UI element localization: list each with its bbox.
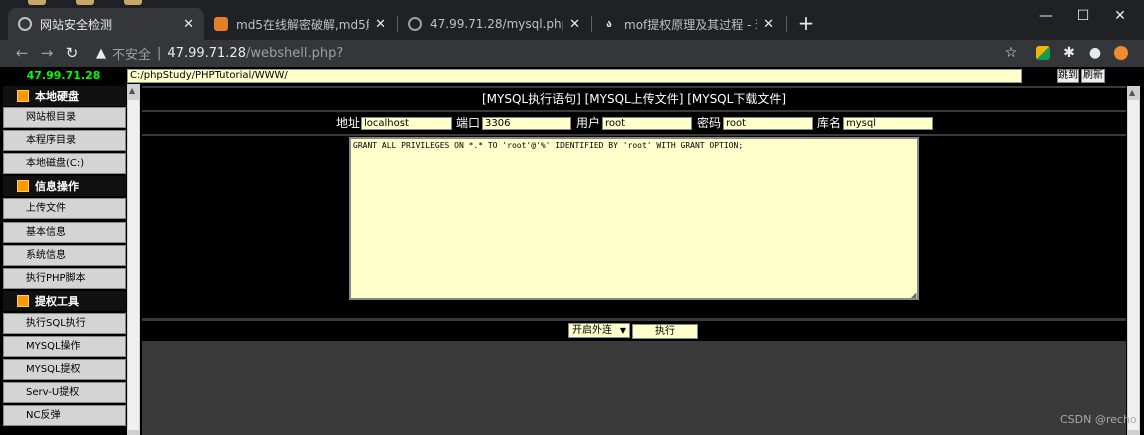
tab-title: md5在线解密破解,md5解密加密 — [236, 17, 369, 32]
close-icon[interactable]: ✕ — [569, 17, 580, 32]
browser-update-icon[interactable] — [1110, 42, 1132, 64]
port-input[interactable]: 3306 — [482, 117, 571, 130]
mode-select-value: 开启外连 — [572, 325, 612, 336]
sql-textarea[interactable]: GRANT ALL PRIVILEGES ON *.* TO 'root'@'%… — [349, 137, 919, 300]
tab-separator — [786, 16, 787, 32]
sidebar-scrollbar-thumb[interactable] — [128, 100, 139, 430]
section-title: 提权工具 — [35, 295, 79, 308]
password-label: 密码 — [697, 116, 722, 130]
section-privesc-tools: 提权工具 — [3, 291, 126, 311]
user-label: 用户 — [576, 116, 601, 130]
sidebar-item-nc-reverse[interactable]: NC反弹 — [3, 405, 126, 426]
blog-favicon-icon: ა — [606, 18, 612, 30]
chevron-down-icon: ▼ — [619, 326, 626, 335]
scroll-up-icon[interactable]: ▲ — [1129, 88, 1135, 97]
puzzle-extensions-icon[interactable]: ✱ — [1058, 42, 1080, 64]
watermark: CSDN @recho — [1060, 413, 1137, 426]
close-icon[interactable]: ✕ — [375, 17, 386, 32]
address-bar[interactable]: ▲ 不安全 | 47.99.71.28/webshell.php? — [90, 42, 1030, 64]
sidebar-item-basic-info[interactable]: 基本信息 — [3, 222, 126, 243]
extension-colorful-icon[interactable] — [1032, 42, 1054, 64]
folder-icon — [17, 180, 29, 192]
tab-title: mof提权原理及其过程 - 珍惜少年 — [624, 17, 757, 32]
tab-mof[interactable]: ა mof提权原理及其过程 - 珍惜少年 ✕ — [592, 8, 784, 40]
page-scrollbar-thumb[interactable] — [1128, 100, 1139, 430]
globe-icon — [18, 17, 32, 31]
sidebar-item-servu-privesc[interactable]: Serv-U提权 — [3, 382, 126, 403]
folder-icon — [17, 295, 29, 307]
globe-icon — [408, 17, 422, 31]
folder-icon — [17, 90, 29, 102]
url-path: /webshell.php? — [245, 45, 344, 61]
scroll-up-icon[interactable]: ▲ — [129, 86, 135, 95]
database-label: 库名 — [817, 116, 842, 130]
reload-icon: ↻ — [65, 44, 79, 62]
section-title: 信息操作 — [35, 180, 79, 193]
security-status: 不安全 — [112, 47, 152, 63]
tab-mysql[interactable]: 47.99.71.28/mysql.php?action ✕ — [398, 8, 590, 40]
new-tab-button[interactable]: + — [794, 12, 818, 36]
user-input[interactable]: root — [602, 117, 692, 130]
port-label: 端口 — [456, 116, 481, 130]
section-info-ops: 信息操作 — [3, 176, 126, 196]
jump-button[interactable]: 跳到 — [1057, 69, 1079, 83]
back-button[interactable]: ← — [10, 42, 34, 64]
server-ip: 47.99.71.28 — [26, 69, 101, 82]
section-local-disk: 本地硬盘 — [3, 86, 126, 106]
password-input[interactable]: root — [723, 117, 813, 130]
sidebar-item-system-info[interactable]: 系统信息 — [3, 245, 126, 266]
profile-avatar-icon[interactable]: ● — [1084, 42, 1106, 64]
minimize-button[interactable]: — — [1028, 4, 1064, 28]
sidebar-item-disk-c[interactable]: 本地磁盘(C:) — [3, 153, 126, 174]
mysql-function-links[interactable]: [MYSQL执行语句] [MYSQL上传文件] [MYSQL下载文件] — [142, 88, 1126, 110]
refresh-button[interactable]: 刷新 — [1081, 69, 1105, 83]
tab-title: 网站安全检测 — [40, 17, 113, 32]
bookmark-star-icon[interactable]: ☆ — [1000, 42, 1022, 64]
arrow-right-icon: → — [40, 44, 54, 62]
host-label: 地址 — [336, 116, 361, 130]
close-icon[interactable]: ✕ — [763, 17, 774, 32]
arrow-left-icon: ← — [15, 44, 29, 62]
database-input[interactable]: mysql — [843, 117, 933, 130]
maximize-button[interactable]: ☐ — [1065, 4, 1101, 28]
host-input[interactable]: localhost — [361, 117, 452, 130]
sidebar-item-mysql-privesc[interactable]: MYSQL提权 — [3, 359, 126, 380]
reload-button[interactable]: ↻ — [60, 42, 84, 64]
section-title: 本地硬盘 — [35, 90, 79, 103]
mode-select[interactable]: 开启外连 ▼ — [568, 323, 630, 338]
url-host: 47.99.71.28 — [167, 45, 246, 61]
separator: | — [157, 45, 162, 61]
warning-icon: ▲ — [96, 45, 106, 61]
cmd5-favicon-icon — [214, 17, 228, 31]
execute-button[interactable]: 执行 — [632, 324, 698, 339]
resize-handle-icon[interactable]: ◢ — [911, 291, 916, 299]
extension-icons-strip — [28, 0, 178, 5]
tab-title: 47.99.71.28/mysql.php?action — [430, 17, 563, 31]
tab-md5[interactable]: md5在线解密破解,md5解密加密 ✕ — [204, 8, 396, 40]
close-window-button[interactable]: ✕ — [1102, 4, 1138, 28]
sidebar-item-upload[interactable]: 上传文件 — [3, 198, 126, 219]
sidebar-item-mysql-ops[interactable]: MYSQL操作 — [3, 336, 126, 357]
path-input[interactable]: C:/phpStudy/PHPTutorial/WWW/ — [127, 69, 1022, 83]
sidebar-item-exec-php[interactable]: 执行PHP脚本 — [3, 268, 126, 289]
sidebar-item-program-dir[interactable]: 本程序目录 — [3, 130, 126, 151]
tab-webshell[interactable]: 网站安全检测 ✕ — [8, 8, 204, 40]
sidebar-item-exec-sql[interactable]: 执行SQL执行 — [3, 313, 126, 334]
sidebar-item-web-root[interactable]: 网站根目录 — [3, 107, 126, 128]
forward-button[interactable]: → — [35, 42, 59, 64]
close-icon[interactable]: ✕ — [183, 17, 194, 32]
